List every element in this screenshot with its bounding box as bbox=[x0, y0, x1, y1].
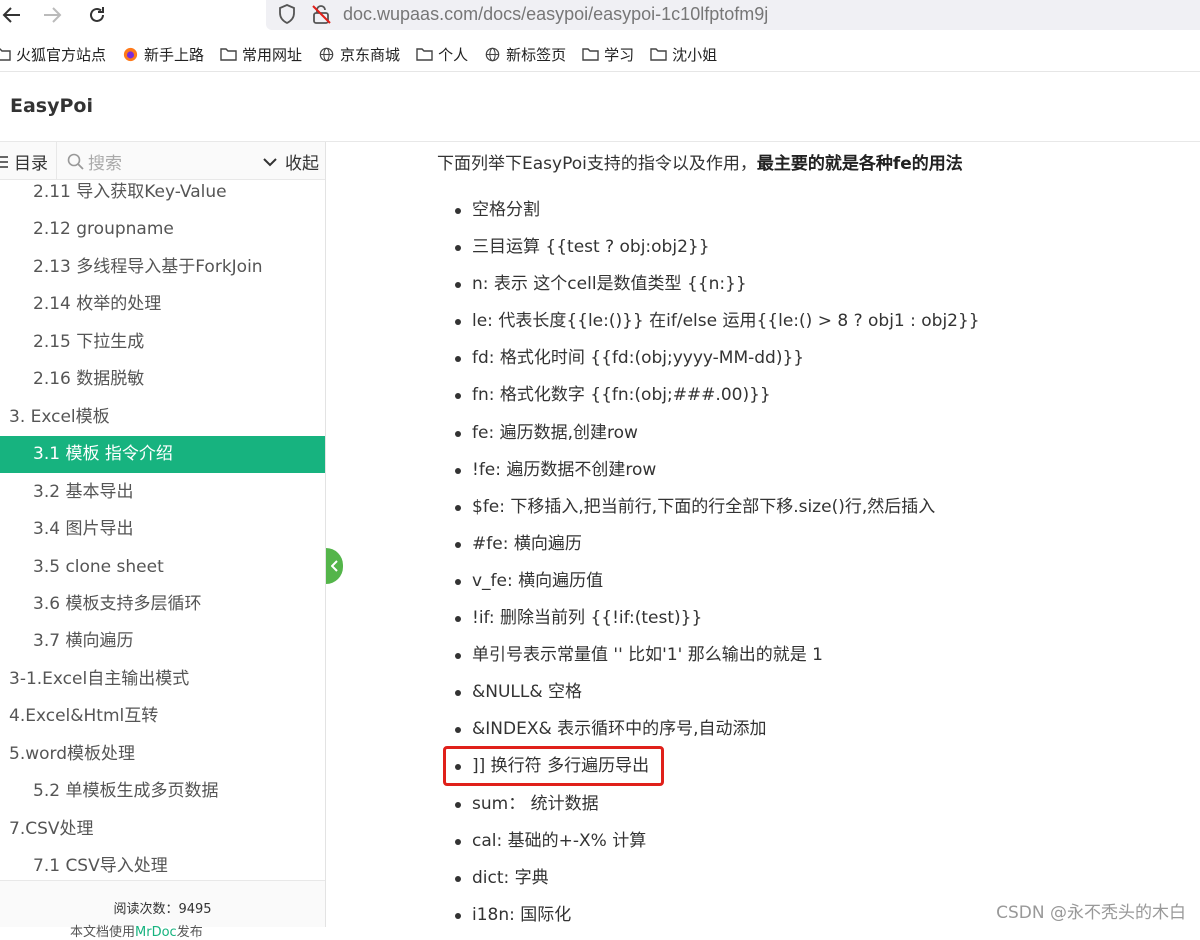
directive-item: sum： 统计数据 bbox=[455, 786, 980, 823]
bookmarks-bar: 火狐官方站点 新手上路 常用网址 京东商城 个人 新标签页 学习 沈小姐 bbox=[0, 38, 1200, 72]
toc-item[interactable]: 5.word模板处理 bbox=[0, 736, 325, 773]
list-icon bbox=[0, 155, 8, 168]
bookmark-label: 新标签页 bbox=[506, 46, 567, 64]
toc-item[interactable]: 3.6 模板支持多层循环 bbox=[0, 586, 325, 623]
doc-content: 下面列举下EasyPoi支持的指令以及作用，最主要的就是各种fe的用法 空格分割… bbox=[327, 142, 1200, 927]
bookmark-label: 火狐官方站点 bbox=[16, 46, 107, 64]
collapse-label: 收起 bbox=[285, 154, 319, 174]
bookmark-label: 沈小姐 bbox=[672, 46, 718, 64]
toc-item[interactable]: 7.CSV处理 bbox=[0, 811, 325, 848]
toc-item[interactable]: 3.4 图片导出 bbox=[0, 511, 325, 548]
directive-item: i18n: 国际化 bbox=[455, 897, 980, 934]
directive-item: &NULL& 空格 bbox=[455, 674, 980, 711]
arrow-left-icon bbox=[2, 7, 20, 23]
folder-icon bbox=[0, 48, 11, 61]
read-count: 阅读次数：9495 bbox=[113, 902, 212, 917]
firefox-icon bbox=[123, 47, 138, 62]
shield-icon[interactable] bbox=[276, 3, 298, 25]
toc-toggle[interactable]: 目录 bbox=[0, 149, 48, 174]
directive-item: 空格分割 bbox=[455, 192, 980, 229]
toc-item[interactable]: 5.2 单模板生成多页数据 bbox=[0, 773, 325, 810]
folder-icon bbox=[416, 48, 433, 61]
directive-item: &INDEX& 表示循环中的序号,自动添加 bbox=[455, 711, 980, 748]
toc-item[interactable]: 3. Excel模板 bbox=[0, 399, 325, 436]
toc-item[interactable]: 2.11 导入获取Key-Value bbox=[0, 180, 325, 211]
browser-toolbar: doc.wupaas.com/docs/easypoi/easypoi-1c10… bbox=[0, 0, 1200, 34]
search-input[interactable]: 搜索 bbox=[56, 142, 246, 180]
toc-list: 2.11 导入获取Key-Value 2.12 groupname 2.13 多线程… bbox=[0, 180, 325, 880]
bookmark-item[interactable]: 个人 bbox=[416, 44, 468, 65]
reload-icon bbox=[90, 7, 104, 22]
directive-item: cal: 基础的+-X% 计算 bbox=[455, 823, 980, 860]
bookmark-item[interactable]: 火狐官方站点 bbox=[0, 44, 106, 65]
toc-item[interactable]: 2.16 数据脱敏 bbox=[0, 361, 325, 398]
directive-item: 三目运算 {{test ? obj:obj2}} bbox=[455, 229, 980, 266]
directive-item: le: 代表长度{{le:()}} 在if/else 运用{{le:() > 8… bbox=[455, 303, 980, 340]
directive-item: fn: 格式化数字 {{fn:(obj;###.00)}} bbox=[455, 377, 980, 414]
site-title[interactable]: EasyPoi bbox=[10, 95, 93, 117]
url-bar[interactable]: doc.wupaas.com/docs/easypoi/easypoi-1c10… bbox=[266, 0, 1200, 30]
toc-item[interactable]: 4.Excel&Html互转 bbox=[0, 698, 325, 735]
reload-button[interactable] bbox=[81, 0, 113, 30]
toc-item[interactable]: 2.13 多线程导入基于ForkJoin bbox=[0, 249, 325, 286]
folder-icon bbox=[582, 48, 599, 61]
bookmark-item[interactable]: 学习 bbox=[582, 44, 634, 65]
highlight-annotation bbox=[443, 746, 664, 786]
toc-item[interactable]: 3-1.Excel自主输出模式 bbox=[0, 661, 325, 698]
globe-icon bbox=[485, 47, 500, 62]
toc-item[interactable]: 2.14 枚举的处理 bbox=[0, 286, 325, 323]
toc-item[interactable]: 3.7 横向遍历 bbox=[0, 623, 325, 660]
chevron-down-icon bbox=[263, 157, 277, 166]
intro-paragraph: 下面列举下EasyPoi支持的指令以及作用，最主要的就是各种fe的用法 bbox=[437, 154, 963, 174]
bookmark-label: 京东商城 bbox=[340, 46, 401, 64]
directive-item: !if: 删除当前列 {{!if:(test)}} bbox=[455, 600, 980, 637]
bookmark-label: 学习 bbox=[604, 46, 635, 64]
sidebar: 目录 搜索 收起 2.11 导入获取Key-Value 2.12 groupnam… bbox=[0, 142, 326, 940]
watermark: CSDN @永不秃头的木白 bbox=[996, 903, 1186, 923]
bookmark-item[interactable]: 京东商城 bbox=[318, 44, 400, 65]
bookmark-item[interactable]: 新手上路 bbox=[122, 44, 204, 65]
sidebar-footer: 阅读次数：9495 本文档使用MrDoc发布 bbox=[0, 880, 325, 940]
bookmark-label: 新手上路 bbox=[144, 46, 205, 64]
bookmark-label: 个人 bbox=[438, 46, 469, 64]
directive-item: #fe: 横向遍历 bbox=[455, 526, 980, 563]
toc-item[interactable]: 2.15 下拉生成 bbox=[0, 324, 325, 361]
globe-icon bbox=[319, 47, 334, 62]
bookmark-item[interactable]: 新标签页 bbox=[484, 44, 566, 65]
search-placeholder: 搜索 bbox=[88, 153, 122, 174]
folder-icon bbox=[650, 48, 667, 61]
toc-item[interactable]: 2.12 groupname bbox=[0, 211, 325, 248]
directive-item: dict: 字典 bbox=[455, 860, 980, 897]
collapse-button[interactable]: 收起 bbox=[263, 149, 319, 174]
powered-by: 本文档使用MrDoc发布 bbox=[70, 925, 203, 940]
bookmark-item[interactable]: 沈小姐 bbox=[650, 44, 717, 65]
directive-item: 单引号表示常量值 '' 比如'1' 那么输出的就是 1 bbox=[455, 637, 980, 674]
directive-item: !fe: 遍历数据不创建row bbox=[455, 452, 980, 489]
toc-label: 目录 bbox=[14, 154, 48, 174]
toc-item[interactable]: 7.1 CSV导入处理 bbox=[0, 848, 325, 880]
mrdoc-link[interactable]: MrDoc bbox=[135, 925, 177, 940]
toc-item-active[interactable]: 3.1 模板 指令介绍 bbox=[0, 436, 325, 474]
directive-item: fe: 遍历数据,创建row bbox=[455, 415, 980, 452]
forward-button[interactable] bbox=[36, 0, 68, 30]
back-button[interactable] bbox=[0, 0, 28, 30]
bookmark-item[interactable]: 常用网址 bbox=[220, 44, 302, 65]
insecure-lock-icon[interactable] bbox=[310, 3, 332, 25]
sidebar-toolbar: 目录 搜索 收起 bbox=[0, 142, 325, 180]
directive-list: 空格分割 三目运算 {{test ? obj:obj2}} n: 表示 这个cell… bbox=[455, 192, 980, 934]
directive-item: $fe: 下移插入,把当前行,下面的行全部下移.size()行,然后插入 bbox=[455, 489, 980, 526]
arrow-right-icon bbox=[44, 7, 62, 23]
directive-item: v_fe: 横向遍历值 bbox=[455, 563, 980, 600]
toc-item[interactable]: 3.2 基本导出 bbox=[0, 474, 325, 511]
intro-emphasis: 最主要的就是各种fe的用法 bbox=[756, 154, 963, 174]
search-icon bbox=[67, 153, 84, 170]
folder-icon bbox=[220, 48, 237, 61]
directive-item: fd: 格式化时间 {{fd:(obj;yyyy-MM-dd)}} bbox=[455, 340, 980, 377]
site-header: EasyPoi bbox=[0, 73, 1200, 142]
url-text[interactable]: doc.wupaas.com/docs/easypoi/easypoi-1c10… bbox=[343, 2, 768, 26]
bookmark-label: 常用网址 bbox=[242, 46, 303, 64]
toc-item[interactable]: 3.5 clone sheet bbox=[0, 549, 325, 586]
directive-item: n: 表示 这个cell是数值类型 {{n:}} bbox=[455, 266, 980, 303]
